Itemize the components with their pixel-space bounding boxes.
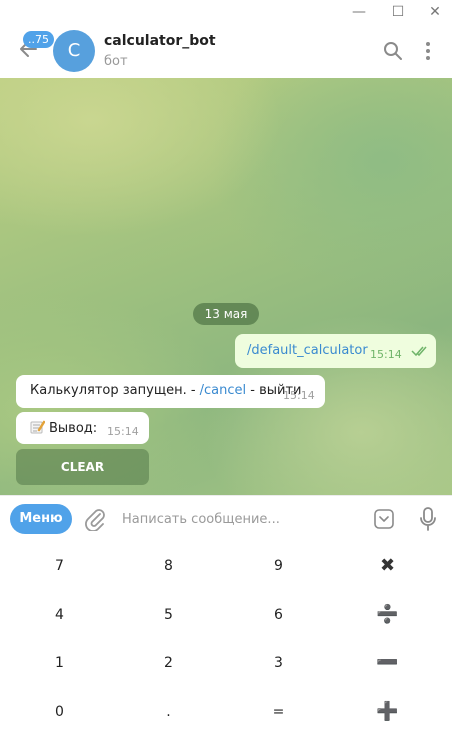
double-check-icon <box>411 346 427 357</box>
key-multiply[interactable]: ✖ <box>333 544 442 588</box>
key-5[interactable]: 5 <box>114 593 223 637</box>
more-options-icon[interactable] <box>417 40 439 62</box>
message-time: 15:14 <box>107 425 139 438</box>
key-plus[interactable]: ➕ <box>333 690 442 734</box>
key-0[interactable]: 0 <box>5 690 114 734</box>
chat-subtitle: бот <box>104 54 128 69</box>
key-4[interactable]: 4 <box>5 593 114 637</box>
output-label: Вывод: <box>49 421 98 436</box>
message-time: 15:14 <box>283 389 315 402</box>
microphone-icon[interactable] <box>418 506 438 532</box>
chat-title[interactable]: calculator_bot <box>104 33 216 49</box>
key-minus[interactable]: ➖ <box>333 641 442 685</box>
message-input-bar: Меню <box>0 495 452 541</box>
message-text-part: Калькулятор запущен. - <box>30 383 200 398</box>
message-input[interactable] <box>122 509 352 529</box>
chat-header: ..75 C calculator_bot бот <box>0 24 452 78</box>
message-time: 15:14 <box>370 348 402 361</box>
message-text: Вывод: <box>30 420 97 436</box>
cancel-command-link[interactable]: /cancel <box>200 383 247 398</box>
clear-inline-button[interactable]: CLEAR <box>16 449 149 485</box>
key-9[interactable]: 9 <box>224 544 333 588</box>
minimize-button[interactable]: — <box>349 2 369 22</box>
chat-area[interactable]: 13 мая /default_calculator 15:14 Калькул… <box>0 78 452 495</box>
keyboard-toggle-icon[interactable] <box>373 508 395 530</box>
unread-badge: ..75 <box>23 31 54 48</box>
close-window-button[interactable]: ✕ <box>425 2 445 22</box>
outgoing-message[interactable]: /default_calculator 15:14 <box>235 334 436 368</box>
key-divide[interactable]: ➗ <box>333 593 442 637</box>
incoming-message[interactable]: Вывод: 15:14 <box>16 412 149 444</box>
attach-icon[interactable] <box>84 507 106 531</box>
maximize-button[interactable]: ☐ <box>388 2 408 22</box>
key-7[interactable]: 7 <box>5 544 114 588</box>
incoming-message[interactable]: Калькулятор запущен. - /cancel - выйти 1… <box>16 375 325 408</box>
window-titlebar: — ☐ ✕ <box>0 0 452 24</box>
message-text: Калькулятор запущен. - /cancel - выйти <box>30 383 302 398</box>
bot-menu-button[interactable]: Меню <box>10 504 72 534</box>
date-separator: 13 мая <box>193 303 259 325</box>
message-text[interactable]: /default_calculator <box>247 343 368 358</box>
avatar[interactable]: C <box>53 30 95 72</box>
key-2[interactable]: 2 <box>114 641 223 685</box>
search-icon[interactable] <box>382 40 404 62</box>
key-equals[interactable]: = <box>224 690 333 734</box>
key-3[interactable]: 3 <box>224 641 333 685</box>
key-1[interactable]: 1 <box>5 641 114 685</box>
key-decimal-point[interactable]: . <box>114 690 223 734</box>
bot-keyboard: 7 8 9 ✖ 4 5 6 ➗ 1 2 3 ➖ 0 . = ➕ <box>0 541 452 737</box>
key-6[interactable]: 6 <box>224 593 333 637</box>
key-8[interactable]: 8 <box>114 544 223 588</box>
memo-icon <box>30 420 45 434</box>
